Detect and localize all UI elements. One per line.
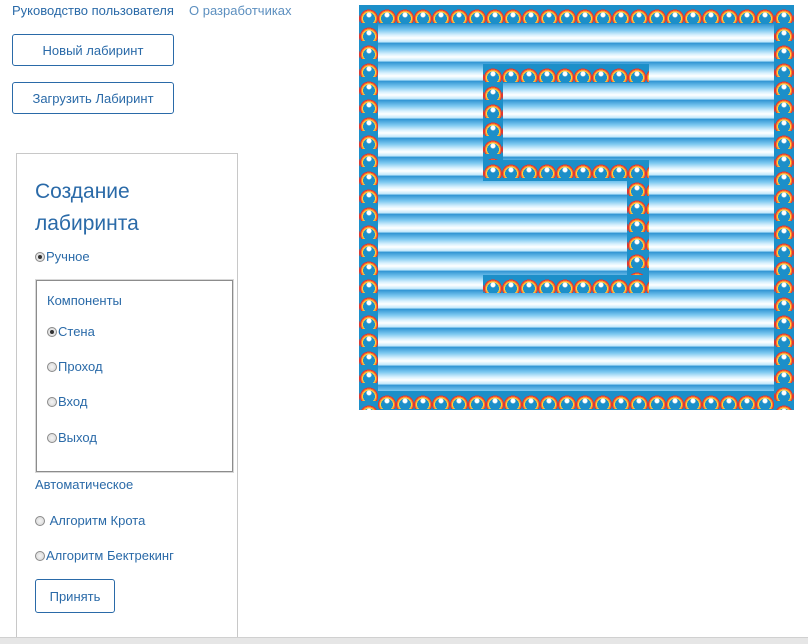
components-label: Компоненты [47, 293, 122, 308]
maze-wall-inner-bottom [483, 275, 649, 293]
component-wall-option[interactable]: Стена [47, 324, 95, 339]
maze-wall-right [774, 5, 794, 410]
exit-radio[interactable] [47, 432, 57, 443]
wall-label: Стена [58, 324, 95, 339]
backtracking-algorithm-option[interactable]: Алгоритм Бектрекинг [35, 548, 174, 563]
component-exit-option[interactable]: Выход [47, 430, 97, 445]
entrance-label: Вход [58, 394, 88, 409]
maze-wall-left [359, 5, 378, 410]
accept-button[interactable]: Принять [35, 579, 115, 613]
wall-radio[interactable] [47, 326, 57, 337]
load-maze-button[interactable]: Загрузить Лабиринт [12, 82, 174, 114]
maze-creation-panel: Создание лабиринта Ручное Компоненты Сте… [16, 153, 238, 643]
mole-algorithm-label: Алгоритм Крота [46, 513, 146, 528]
passage-label: Проход [58, 359, 103, 374]
exit-label: Выход [58, 430, 97, 445]
manual-option[interactable]: Ручное [35, 249, 90, 264]
components-group: Компоненты Стена Проход Вход Выход [36, 280, 233, 472]
panel-title: Создание лабиринта [35, 180, 139, 235]
maze-wall-bottom [359, 391, 794, 410]
maze-wall-top [359, 5, 794, 24]
entrance-radio[interactable] [47, 396, 57, 407]
maze-wall-inner-middle [483, 160, 649, 181]
component-entrance-option[interactable]: Вход [47, 394, 87, 409]
automatic-label: Автоматическое [35, 477, 134, 492]
user-guide-link[interactable]: Руководство пользователя [12, 3, 174, 18]
maze-canvas[interactable] [359, 5, 794, 410]
passage-radio[interactable] [47, 361, 57, 372]
about-developers-link[interactable]: О разработчиках [189, 3, 292, 18]
maze-wall-inner-top [483, 64, 649, 83]
maze-wall-inner-right [627, 160, 649, 293]
mole-algorithm-radio[interactable] [35, 515, 45, 526]
manual-label: Ручное [46, 249, 90, 264]
new-maze-button[interactable]: Новый лабиринт [12, 34, 174, 66]
component-passage-option[interactable]: Проход [47, 359, 103, 374]
manual-radio[interactable] [35, 251, 45, 262]
mole-algorithm-option[interactable]: Алгоритм Крота [35, 513, 145, 528]
backtracking-algorithm-label: Алгоритм Бектрекинг [46, 548, 174, 563]
backtracking-algorithm-radio[interactable] [35, 550, 45, 561]
